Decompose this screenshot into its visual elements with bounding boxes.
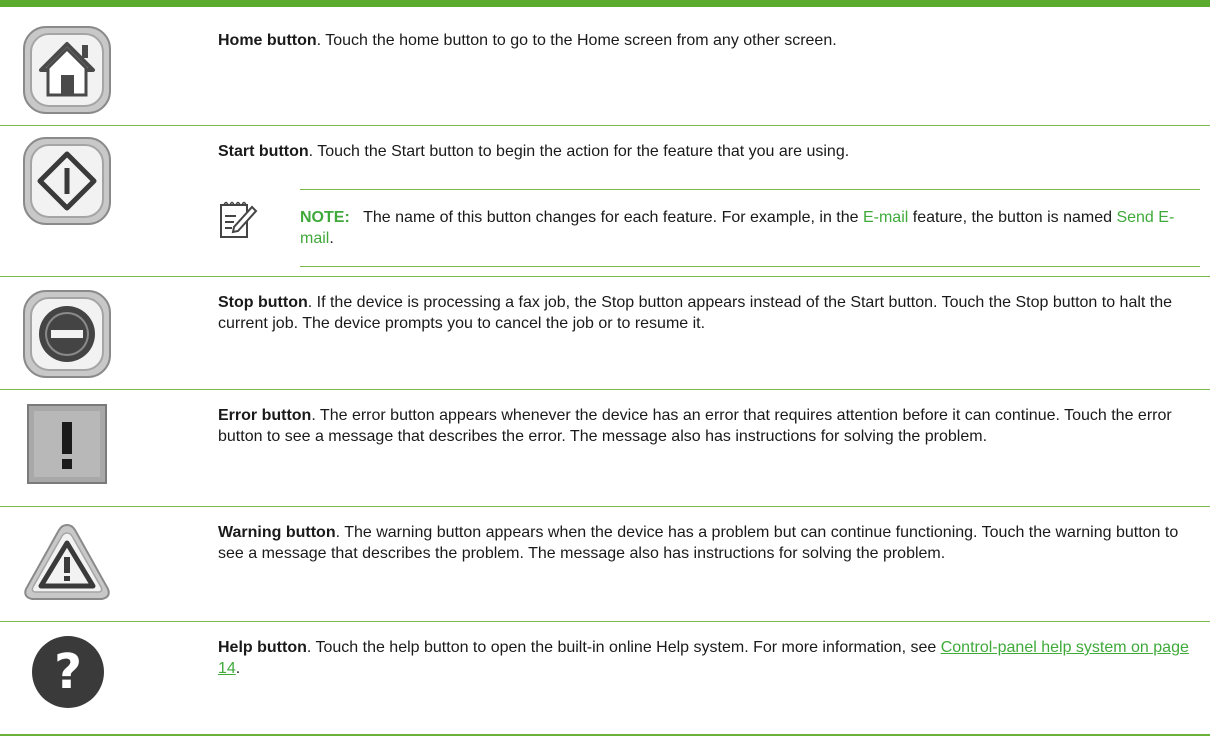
note-text: NOTE: The name of this button changes fo… <box>300 207 1200 249</box>
home-icon <box>22 25 112 115</box>
row-title: Stop button <box>218 294 308 311</box>
row-title: Error button <box>218 407 312 424</box>
stop-description: Stop button. If the device is processing… <box>218 293 1200 334</box>
note-divider <box>300 189 1200 190</box>
row-divider <box>0 506 1210 507</box>
help-question-icon: ? <box>30 634 120 724</box>
warning-triangle-icon <box>22 521 112 611</box>
row-divider <box>0 125 1210 126</box>
row-text: . <box>235 659 241 677</box>
row-title: Help button <box>218 639 307 656</box>
row-text: . Touch the Start button to begin the ac… <box>308 143 850 160</box>
row-text: . If the device is processing a fax job,… <box>218 294 1173 332</box>
note-text-part: . <box>329 230 334 247</box>
note-text-part: The name of this button changes for each… <box>363 209 863 226</box>
row-title: Start button <box>218 143 309 160</box>
row-title: Warning button <box>218 524 336 541</box>
help-description: Help button. Touch the help button to op… <box>218 638 1200 679</box>
error-exclamation-icon <box>27 404 117 494</box>
bottom-rule <box>0 734 1210 736</box>
row-title: Home button <box>218 32 317 49</box>
start-diamond-icon <box>22 136 112 226</box>
home-description: Home button. Touch the home button to go… <box>218 31 1200 52</box>
svg-text:?: ? <box>54 644 82 700</box>
row-divider <box>0 389 1210 390</box>
note-label: NOTE: <box>300 209 350 226</box>
row-text: . The error button appears whenever the … <box>218 407 1172 445</box>
row-text: . Touch the home button to go to the Hom… <box>316 32 837 49</box>
note-divider <box>300 266 1200 267</box>
warning-description: Warning button. The warning button appea… <box>218 523 1200 564</box>
term-email: E-mail <box>862 209 909 226</box>
row-divider <box>0 621 1210 622</box>
note-pencil-icon <box>218 199 258 243</box>
row-text: . The warning button appears when the de… <box>218 524 1179 562</box>
stop-icon <box>22 289 112 379</box>
note-text-part: feature, the button is named <box>908 209 1117 226</box>
row-text: . Touch the help button to open the buil… <box>306 639 941 656</box>
note-box: NOTE: The name of this button changes fo… <box>218 189 1200 269</box>
error-description: Error button. The error button appears w… <box>218 406 1200 447</box>
top-rule <box>0 0 1210 7</box>
start-description: Start button. Touch the Start button to … <box>218 142 1200 163</box>
row-divider <box>0 276 1210 277</box>
